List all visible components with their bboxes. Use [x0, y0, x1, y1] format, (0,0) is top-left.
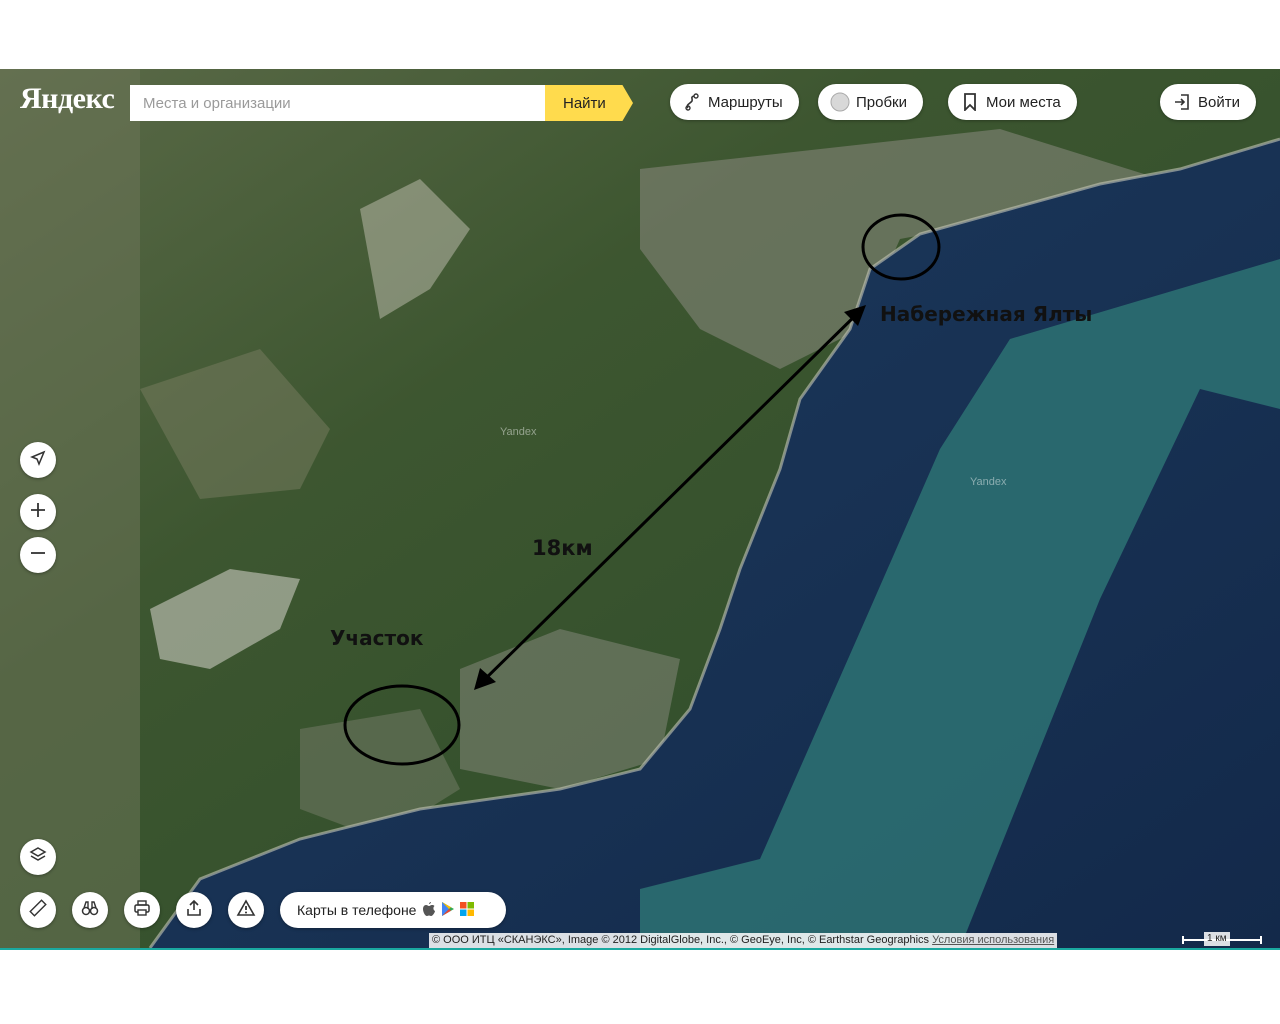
find-button[interactable]: Найти [545, 85, 633, 121]
yandex-logo[interactable]: Яндекс [20, 82, 115, 116]
routes-label: Маршруты [708, 93, 783, 111]
embankment-circle [861, 213, 941, 281]
apple-icon [422, 901, 436, 920]
embankment-label: Набережная Ялты [880, 302, 1093, 326]
copyright-notice: © ООО ИТЦ «СКАНЭКС», Image © 2012 Digita… [429, 933, 1058, 948]
locate-button[interactable] [20, 442, 56, 478]
layers-button[interactable] [20, 839, 56, 875]
traffic-button[interactable]: Пробки [818, 84, 923, 120]
login-icon [1172, 92, 1192, 112]
minus-icon [30, 545, 46, 566]
search-input[interactable] [130, 85, 545, 121]
my-places-button[interactable]: Мои места [948, 84, 1077, 120]
login-button[interactable]: Войти [1160, 84, 1256, 120]
bookmark-icon [960, 92, 980, 112]
routes-button[interactable]: Маршруты [670, 84, 799, 120]
plus-icon [30, 502, 46, 523]
phone-promo-label: Карты в телефоне [297, 902, 417, 918]
annotation-overlay [343, 213, 941, 766]
share-button[interactable] [176, 892, 212, 928]
plot-label: Участок [330, 626, 424, 650]
distance-label: 18км [532, 536, 593, 560]
copyright-text: © ООО ИТЦ «СКАНЭКС», Image © 2012 Digita… [432, 934, 930, 946]
zoom-in-button[interactable] [20, 494, 56, 530]
ruler-icon [29, 898, 47, 922]
scale-label: 1 км [1204, 932, 1230, 946]
route-icon [682, 92, 702, 112]
share-icon [185, 899, 203, 922]
bottom-blank-area [0, 948, 1280, 1024]
zoom-out-button[interactable] [20, 537, 56, 573]
satellite-map[interactable]: Yandex Yandex [0, 69, 1280, 948]
ruler-button[interactable] [20, 892, 56, 928]
windows-store-icon [460, 901, 475, 919]
warning-icon [236, 898, 256, 922]
google-play-icon [441, 901, 455, 920]
navigation-arrow-icon [30, 450, 46, 471]
traffic-icon [830, 92, 850, 112]
top-blank-area [0, 0, 1280, 69]
my-places-label: Мои места [986, 93, 1061, 111]
maps-in-phone-button[interactable]: Карты в телефоне [280, 892, 506, 928]
binoculars-icon [81, 899, 99, 922]
distance-arrow-line [476, 307, 864, 688]
print-button[interactable] [124, 892, 160, 928]
report-button[interactable] [228, 892, 264, 928]
login-label: Войти [1198, 93, 1240, 111]
map-scale: 1 км [1180, 932, 1264, 948]
terms-link[interactable]: Условия использования [932, 934, 1054, 946]
printer-icon [133, 899, 151, 922]
plot-circle [343, 684, 461, 766]
traffic-label: Пробки [856, 93, 907, 111]
panorama-button[interactable] [72, 892, 108, 928]
layers-icon [29, 846, 47, 869]
